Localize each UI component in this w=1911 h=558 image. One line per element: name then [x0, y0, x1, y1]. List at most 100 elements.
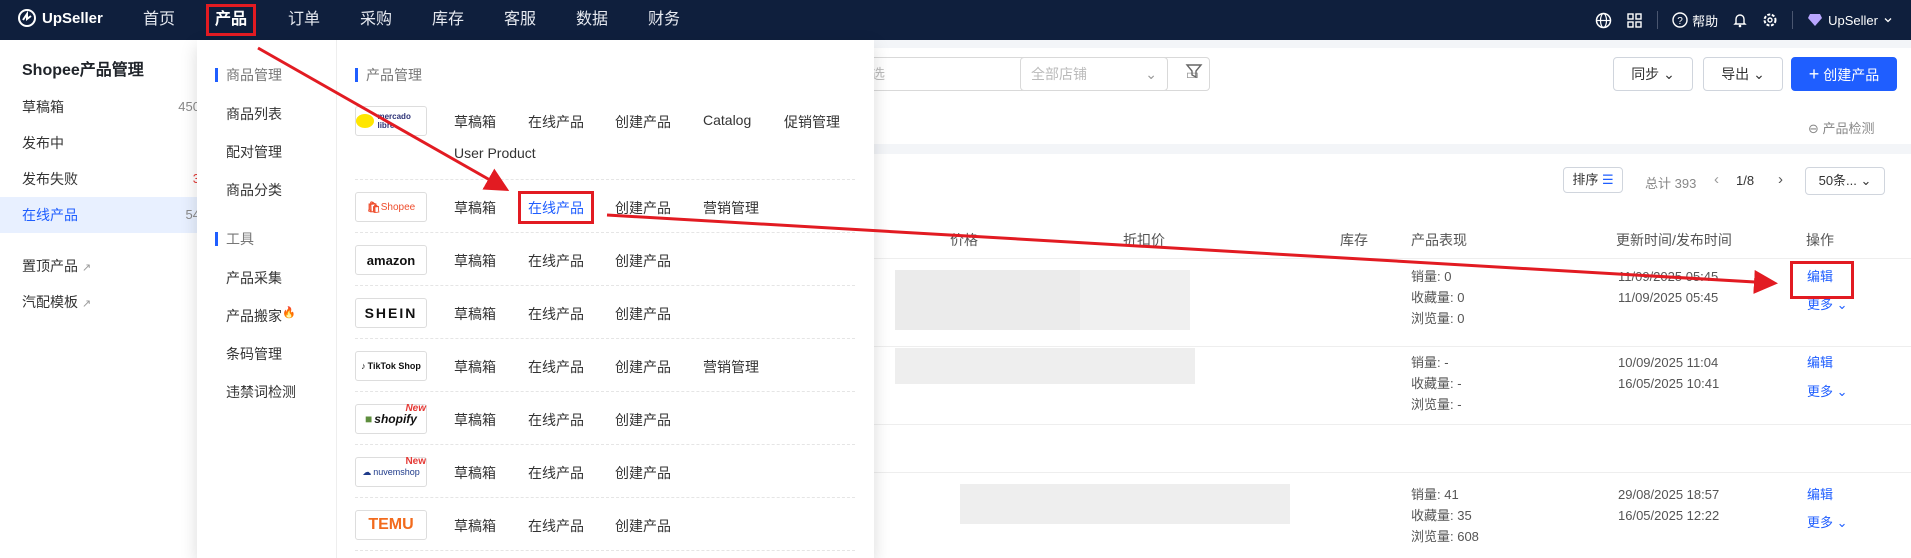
globe-icon[interactable] — [1595, 12, 1612, 29]
shein-online-link[interactable]: 在线产品 — [528, 304, 584, 324]
nuvemshop-create-link[interactable]: 创建产品 — [615, 463, 671, 483]
menu-left-column: 商品管理 商品列表 配对管理 商品分类 工具 产品采集 产品搬家🔥 条码管理 违… — [197, 40, 337, 558]
nav-inventory[interactable]: 库存 — [432, 0, 464, 40]
help-link[interactable]: ? 帮助 — [1672, 11, 1718, 30]
edit-link[interactable]: 编辑 — [1807, 484, 1833, 505]
sidebar-item-pinned[interactable]: 置顶产品 ↗ — [0, 248, 200, 284]
menu-item-migrate[interactable]: 产品搬家🔥 — [226, 306, 296, 326]
total-count: 总计 393 — [1645, 176, 1697, 191]
nav-service[interactable]: 客服 — [504, 0, 536, 40]
shopee-create-link[interactable]: 创建产品 — [615, 198, 671, 218]
sort-button[interactable]: 排序 ☰ — [1563, 167, 1623, 193]
tiktok-marketing-link[interactable]: 营销管理 — [703, 357, 759, 377]
updated-time: 29/08/2025 18:57 — [1618, 487, 1720, 502]
prev-page-icon[interactable]: ‹ — [1714, 171, 1719, 188]
sales-value: 销量: 41 — [1411, 487, 1459, 502]
store-select[interactable]: 全部店铺 ⌄ — [1020, 57, 1168, 91]
amazon-drafts-link[interactable]: 草稿箱 — [454, 251, 496, 271]
apps-icon[interactable] — [1626, 12, 1643, 29]
mercado-drafts-link[interactable]: 草稿箱 — [454, 112, 496, 132]
nav-home[interactable]: 首页 — [143, 0, 175, 40]
shopify-online-link[interactable]: 在线产品 — [528, 410, 584, 430]
sync-label: 同步 — [1631, 66, 1660, 82]
shein-logo: SHEIN — [355, 298, 427, 328]
new-badge: New — [405, 456, 426, 467]
tiktok-create-link[interactable]: 创建产品 — [615, 357, 671, 377]
page-size-select[interactable]: 50条... ⌄ — [1805, 167, 1885, 195]
sidebar-item-failed[interactable]: 发布失败3 — [0, 161, 200, 197]
chevron-down-icon: ⌄ — [1663, 66, 1675, 82]
tiktok-drafts-link[interactable]: 草稿箱 — [454, 357, 496, 377]
detect-label: 产品检测 — [1822, 121, 1875, 136]
user-menu[interactable]: UpSeller — [1807, 13, 1893, 28]
nuvemshop-online-link[interactable]: 在线产品 — [528, 463, 584, 483]
diamond-icon — [1807, 13, 1823, 27]
temu-create-link[interactable]: 创建产品 — [615, 516, 671, 536]
sidebar-item-drafts[interactable]: 草稿箱 450 — [0, 89, 200, 125]
create-product-button[interactable]: + 创建产品 — [1791, 57, 1897, 91]
product-mega-menu: 商品管理 商品列表 配对管理 商品分类 工具 产品采集 产品搬家🔥 条码管理 违… — [197, 40, 874, 558]
edit-link[interactable]: 编辑 — [1807, 352, 1833, 373]
more-link[interactable]: 更多 ⌄ — [1807, 381, 1848, 402]
sidebar-item-label: 置顶产品 — [22, 258, 78, 274]
platform-name: TikTok Shop — [367, 361, 421, 371]
platform-name: mercado libre — [377, 112, 411, 130]
product-detect-link[interactable]: ⊖ 产品检测 — [1808, 118, 1875, 137]
bell-icon[interactable] — [1732, 12, 1748, 28]
next-page-icon[interactable]: › — [1778, 171, 1783, 188]
shein-drafts-link[interactable]: 草稿箱 — [454, 304, 496, 324]
export-button[interactable]: 导出 ⌄ — [1703, 57, 1783, 91]
temu-drafts-link[interactable]: 草稿箱 — [454, 516, 496, 536]
mercado-catalog-link[interactable]: Catalog — [703, 112, 751, 128]
amazon-create-link[interactable]: 创建产品 — [615, 251, 671, 271]
shopee-logo: 🛍 Shopee — [355, 192, 427, 222]
platform-row-nuvemshop: ☁ nuvemshop New 草稿箱 在线产品 创建产品 — [355, 445, 855, 498]
menu-item-collect[interactable]: 产品采集 — [226, 268, 282, 288]
platform-row-amazon: amazon 草稿箱 在线产品 创建产品 — [355, 233, 855, 286]
nuvemshop-drafts-link[interactable]: 草稿箱 — [454, 463, 496, 483]
nav-finance[interactable]: 财务 — [648, 0, 680, 40]
shopify-create-link[interactable]: 创建产品 — [615, 410, 671, 430]
mercado-online-link[interactable]: 在线产品 — [528, 112, 584, 132]
menu-item-goods-list[interactable]: 商品列表 — [226, 104, 282, 124]
sidebar-item-label: 草稿箱 — [22, 99, 64, 115]
tiktok-online-link[interactable]: 在线产品 — [528, 357, 584, 377]
sidebar-item-online[interactable]: 在线产品 54 — [0, 197, 200, 233]
col-ops: 操作 — [1806, 232, 1834, 248]
mercado-promo-link[interactable]: 促销管理 — [784, 112, 840, 132]
shopee-marketing-link[interactable]: 营销管理 — [703, 198, 759, 218]
sales-value: 销量: - — [1411, 355, 1449, 370]
shein-create-link[interactable]: 创建产品 — [615, 304, 671, 324]
nav-orders[interactable]: 订单 — [288, 0, 320, 40]
amazon-online-link[interactable]: 在线产品 — [528, 251, 584, 271]
brand-logo[interactable]: UpSeller — [18, 9, 103, 27]
favorites-value: 收藏量: - — [1411, 376, 1462, 391]
favorites-value: 收藏量: 35 — [1411, 508, 1472, 523]
platform-name: shopify — [374, 412, 417, 426]
nav-purchase[interactable]: 采购 — [360, 0, 392, 40]
updated-time: 10/09/2025 11:04 — [1618, 355, 1719, 370]
shopee-drafts-link[interactable]: 草稿箱 — [454, 198, 496, 218]
temu-online-link[interactable]: 在线产品 — [528, 516, 584, 536]
sales-value: 销量: 0 — [1411, 269, 1452, 284]
col-performance: 产品表现 — [1411, 232, 1467, 248]
more-link[interactable]: 更多 ⌄ — [1807, 512, 1848, 533]
menu-item-forbidden-words[interactable]: 违禁词检测 — [226, 382, 296, 402]
filter-icon[interactable] — [1185, 62, 1203, 83]
sync-button[interactable]: 同步 ⌄ — [1613, 57, 1693, 91]
published-time: 16/05/2025 10:41 — [1618, 376, 1720, 391]
mercado-user-product-link[interactable]: User Product — [454, 145, 536, 161]
menu-item-category[interactable]: 商品分类 — [226, 180, 282, 200]
app-window: UpSeller 首页 产品 订单 采购 库存 客服 数据 财务 ? 帮助 Up… — [0, 0, 1911, 558]
platform-name: nuvemshop — [373, 467, 420, 477]
menu-item-pairing[interactable]: 配对管理 — [226, 142, 282, 162]
sidebar-item-auto-template[interactable]: 汽配模板 ↗ — [0, 284, 200, 320]
nav-data[interactable]: 数据 — [576, 0, 608, 40]
sidebar-item-publishing[interactable]: 发布中 — [0, 125, 200, 161]
sidebar: Shopee产品管理 草稿箱450 发布中 发布失败3 在线产品54 置顶产品 … — [0, 40, 200, 558]
mercado-create-link[interactable]: 创建产品 — [615, 112, 671, 132]
menu-item-barcode[interactable]: 条码管理 — [226, 344, 282, 364]
create-label: 创建产品 — [1823, 67, 1880, 83]
shopify-drafts-link[interactable]: 草稿箱 — [454, 410, 496, 430]
gear-icon[interactable] — [1762, 12, 1778, 28]
